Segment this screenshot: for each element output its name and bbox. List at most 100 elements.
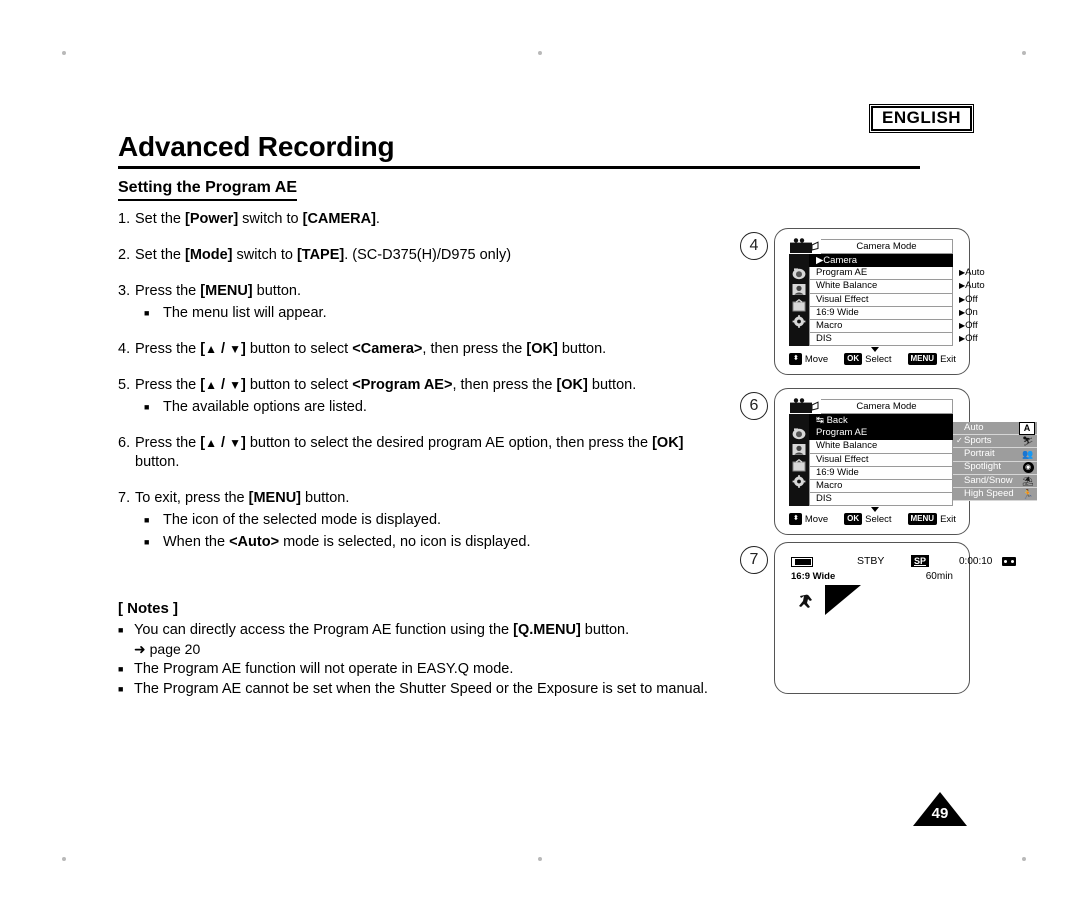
menu-value-column: ▶Auto ▶Auto ▶Off ▶On ▶Off ▶Off [959,253,1019,345]
camera-sidebar-icon[interactable] [792,267,806,280]
section-title: Setting the Program AE [118,179,297,201]
instruction-step: 4. Press the [▲ / ▼] button to select <Ca… [118,340,718,359]
gear-sidebar-icon[interactable] [792,315,806,328]
panel-step-number: 6 [740,392,768,420]
language-badge-label: ENGLISH [871,106,973,131]
menu-row[interactable]: Visual Effect [809,453,953,467]
menu-row[interactable]: 16:9 Wide [809,466,953,480]
menu-value: ▶Auto [959,267,985,279]
note-text: You can directly access the Program AE f… [134,620,728,659]
menu-row[interactable]: Program AE [809,427,953,441]
menu-row[interactable]: Macro [809,319,953,334]
page-title: Advanced Recording [118,131,395,162]
menu-icon-column [789,414,809,507]
step-number: 3. [118,283,131,299]
face-sidebar-icon [792,444,806,455]
camcorder-icon [789,238,821,254]
tv-sidebar-icon[interactable] [792,299,806,312]
gear-sidebar-icon[interactable] [792,475,806,488]
highspeed-mode-icon: 🏃 [1022,488,1034,499]
notes-section: [ Notes ] ■ You can directly access the P… [118,600,728,699]
menu-row[interactable]: 16:9 Wide [809,306,953,320]
menu-rows: ▶Camera Program AE White Balance Visual Eff… [809,254,953,347]
note-item: ■ The Program AE cannot be set when the S… [118,679,728,699]
language-badge: ENGLISH [869,104,975,133]
camera-sidebar-icon[interactable] [792,427,806,440]
face-sidebar-icon[interactable] [792,443,806,456]
menu-row[interactable]: DIS [809,333,953,347]
submenu-option[interactable]: Spotlight ◉ [953,461,1037,475]
camera-sidebar-icon [792,268,806,280]
instruction-step: 1. Set the [Power] switch to [CAMERA]. [118,210,718,229]
menu-value: ▶Off [959,319,978,331]
step-number: 4. [118,341,131,357]
menu-value: ▶Off [959,293,978,305]
panel-step-number: 7 [740,546,768,574]
select-label: Select [865,513,892,525]
spotlight-mode-icon: ◉ [1021,462,1035,474]
menu-value: ▶On [959,306,978,318]
menu-rows: ↹ Back Program AE White Balance Visual Effe… [809,414,953,507]
gear-sidebar-icon [792,315,806,328]
ok-key-icon[interactable]: OK [844,353,863,365]
menu-row[interactable]: Macro [809,479,953,494]
camcorder-icon [790,238,819,253]
camera-sidebar-icon [792,428,806,440]
move-label: Move [804,513,829,525]
instruction-step: 3. Press the [MENU] button. ■ The menu list… [118,282,718,323]
viewfinder-display: STBY SP 0:00:10 16:9 Wide 60min [791,555,1016,615]
instruction-step: 7. To exit, press the [MENU] button. ■ The … [118,489,718,552]
step-text: Set the [Power] switch to [CAMERA]. [135,211,380,227]
menu-body: ↹ Back Program AE White Balance Visual Effe… [789,414,953,507]
submenu-option-label: Sports [964,435,992,447]
step-number: 2. [118,247,131,263]
submenu-option[interactable]: Sand/Snow ⛱ [953,475,1037,488]
submenu-option[interactable]: Portrait 👥 [953,448,1037,462]
move-label: Move [804,353,829,365]
submenu-option-label: Portrait [964,448,995,460]
menu-key-icon[interactable]: MENU [907,513,938,525]
submenu-option-label: Auto [964,421,984,433]
tape-icon [1002,557,1016,566]
submenu-option[interactable]: ✓ Sports ⛷ [953,435,1037,449]
menu-header: Camera Mode [789,238,953,254]
square-bullet-icon: ■ [144,537,150,547]
lcd-footer-bar: ⬍ Move OK Select MENU Exit [789,353,989,365]
ok-key-icon[interactable]: OK [844,513,863,525]
menu-body: ▶Camera Program AE White Balance Visual Eff… [789,254,953,347]
instruction-steps: 1. Set the [Power] switch to [CAMERA]. 2. S… [118,210,718,569]
face-sidebar-icon[interactable] [792,283,806,296]
lcd-screen: Camera Mode ▶Camera Program AE White Balanc… [774,228,985,375]
step-text: To exit, press the [MENU] button. ■ The ic… [135,489,718,552]
tv-sidebar-icon[interactable] [792,459,806,472]
gear-sidebar-icon [792,475,806,488]
step-number: 6. [118,435,131,451]
updown-key-icon[interactable]: ⬍ [789,513,802,525]
camcorder-icon [790,398,819,413]
menu-row[interactable]: ▶Camera [809,254,953,268]
menu-row[interactable]: ↹ Back [809,414,953,428]
step-subitem: ■ The menu list will appear. [135,304,718,323]
menu-header: Camera Mode [789,398,953,414]
menu-row[interactable]: Program AE [809,267,953,281]
menu-key-icon[interactable]: MENU [907,353,938,365]
step-number: 1. [118,211,131,227]
submenu-option[interactable]: High Speed 🏃 [953,488,1037,502]
exit-label: Exit [940,513,956,525]
panel-step-number: 4 [740,232,768,260]
submenu-option[interactable]: Auto A [953,421,1037,436]
note-text: The Program AE function will not operate… [134,661,514,677]
scroll-down-icon[interactable] [871,347,879,352]
menu-row[interactable]: Visual Effect [809,293,953,307]
scroll-down-icon[interactable] [871,507,879,512]
instruction-step: 5. Press the [▲ / ▼] button to select <Pr… [118,376,718,417]
menu-row[interactable]: White Balance [809,280,953,294]
step-subitem-text: The icon of the selected mode is display… [163,512,442,528]
crop-mark-bottom-left [62,857,66,861]
updown-key-icon[interactable]: ⬍ [789,353,802,365]
square-bullet-icon: ■ [118,664,124,674]
page-reference: ➜ page 20 [134,641,201,657]
instruction-step: 6. Press the [▲ / ▼] button to select the… [118,434,718,472]
menu-row[interactable]: White Balance [809,440,953,454]
menu-row[interactable]: DIS [809,493,953,507]
